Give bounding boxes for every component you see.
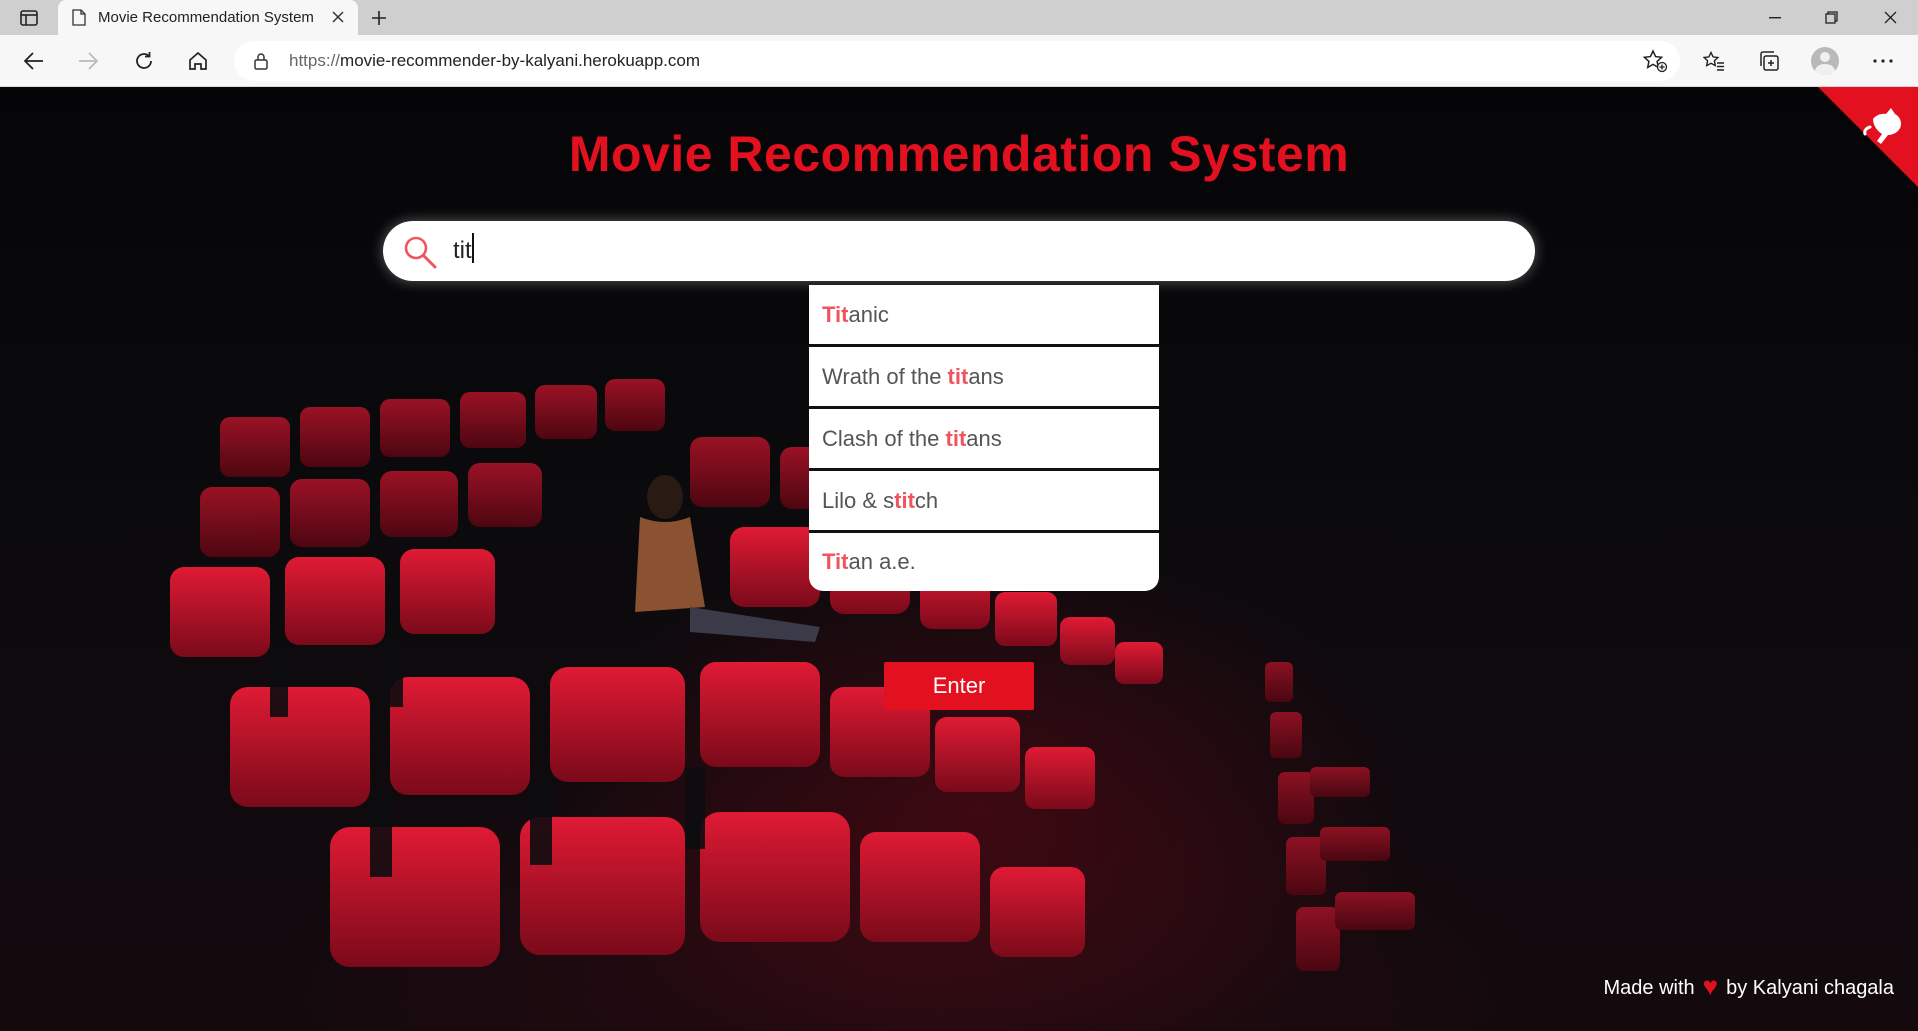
suggestion-text: Clash of the <box>822 425 946 451</box>
suggestion-text: Wrath of the <box>822 363 948 389</box>
footer-prefix: Made with <box>1603 977 1695 999</box>
suggestion-match: Tit <box>822 549 849 574</box>
url-text[interactable]: https://movie-recommender-by-kalyani.her… <box>289 51 700 71</box>
suggestion-match: tit <box>947 363 969 389</box>
suggestion-item[interactable]: Lilo & s tit ch <box>809 471 1159 533</box>
forward-button[interactable] <box>71 45 105 77</box>
suggestion-item[interactable]: Tit anic <box>809 285 1159 347</box>
close-window-button[interactable] <box>1862 0 1918 35</box>
restore-icon <box>1824 11 1838 24</box>
suggestion-match: tit <box>894 487 915 513</box>
restore-button[interactable] <box>1803 0 1859 35</box>
add-favorite-icon[interactable] <box>1642 49 1668 73</box>
settings-menu-button[interactable] <box>1866 45 1900 77</box>
favorites-button[interactable] <box>1697 45 1731 77</box>
url-host: movie-recommender-by-kalyani.herokuapp.c… <box>340 51 701 70</box>
arrow-left-icon <box>24 52 43 70</box>
suggestion-text: ans <box>968 363 1004 389</box>
footer-suffix: by Kalyani chagala <box>1726 977 1894 999</box>
suggestion-item[interactable]: Clash of the tit ans <box>809 409 1159 471</box>
url-protocol: https:// <box>289 51 341 70</box>
suggestion-item[interactable]: Wrath of the tit ans <box>809 347 1159 409</box>
page-content: Movie Recommendation System Titanic Wrat… <box>0 87 1918 1031</box>
tab-close-button[interactable] <box>330 9 346 25</box>
suggestion-text: ch <box>914 487 939 513</box>
tab-title: Movie Recommendation System <box>98 9 314 26</box>
favorites-icon <box>1703 51 1724 71</box>
footer-credit: Made with ♥ by Kalyani chagala <box>1603 971 1894 1004</box>
autocomplete-list: Tit anic Wrath of the tit ans Clash of the… <box>809 285 1159 591</box>
page-title: Movie Recommendation System <box>568 126 1350 182</box>
arrow-right-icon <box>79 52 98 70</box>
address-bar[interactable]: https://movie-recommender-by-kalyani.her… <box>234 41 1680 81</box>
browser-tab[interactable]: Movie Recommendation System <box>58 0 358 35</box>
suggestion-text: an a.e. <box>848 549 916 574</box>
collections-button[interactable] <box>1752 45 1786 77</box>
github-corner-icon[interactable] <box>1818 87 1918 187</box>
suggestion-match: tit <box>945 425 967 451</box>
tab-panel-icon <box>20 10 38 26</box>
close-icon <box>1884 11 1896 24</box>
suggestion-match: Tit <box>822 301 849 327</box>
home-button[interactable] <box>181 45 215 77</box>
profile-button[interactable] <box>1808 45 1842 77</box>
suggestion-text: ans <box>966 425 1002 451</box>
page-icon <box>72 9 86 26</box>
refresh-button[interactable] <box>127 45 161 77</box>
heart-icon: ♥ <box>1702 971 1719 1001</box>
search-input[interactable] <box>453 231 1513 271</box>
suggestion-text: Lilo & s <box>822 487 895 513</box>
tab-actions-button[interactable] <box>12 4 46 32</box>
refresh-icon <box>136 52 152 69</box>
suggestion-item[interactable]: Tit an a.e. <box>809 533 1159 591</box>
close-icon <box>332 11 344 23</box>
more-icon <box>1873 59 1893 63</box>
minimize-button[interactable] <box>1747 0 1803 35</box>
minimize-icon <box>1769 16 1781 18</box>
browser-toolbar: https://movie-recommender-by-kalyani.her… <box>0 35 1918 87</box>
tab-bar: Movie Recommendation System <box>0 0 1918 35</box>
text-caret <box>472 233 474 263</box>
plus-icon <box>372 11 386 25</box>
back-button[interactable] <box>17 45 51 77</box>
enter-button[interactable]: Enter <box>884 662 1034 710</box>
new-tab-button[interactable] <box>364 4 394 32</box>
home-icon <box>189 51 207 70</box>
lock-icon[interactable] <box>252 52 270 70</box>
search-bar[interactable] <box>383 221 1535 281</box>
avatar <box>1811 47 1839 75</box>
collections-icon <box>1760 51 1779 71</box>
search-icon <box>404 236 437 269</box>
suggestion-text: anic <box>848 301 889 327</box>
